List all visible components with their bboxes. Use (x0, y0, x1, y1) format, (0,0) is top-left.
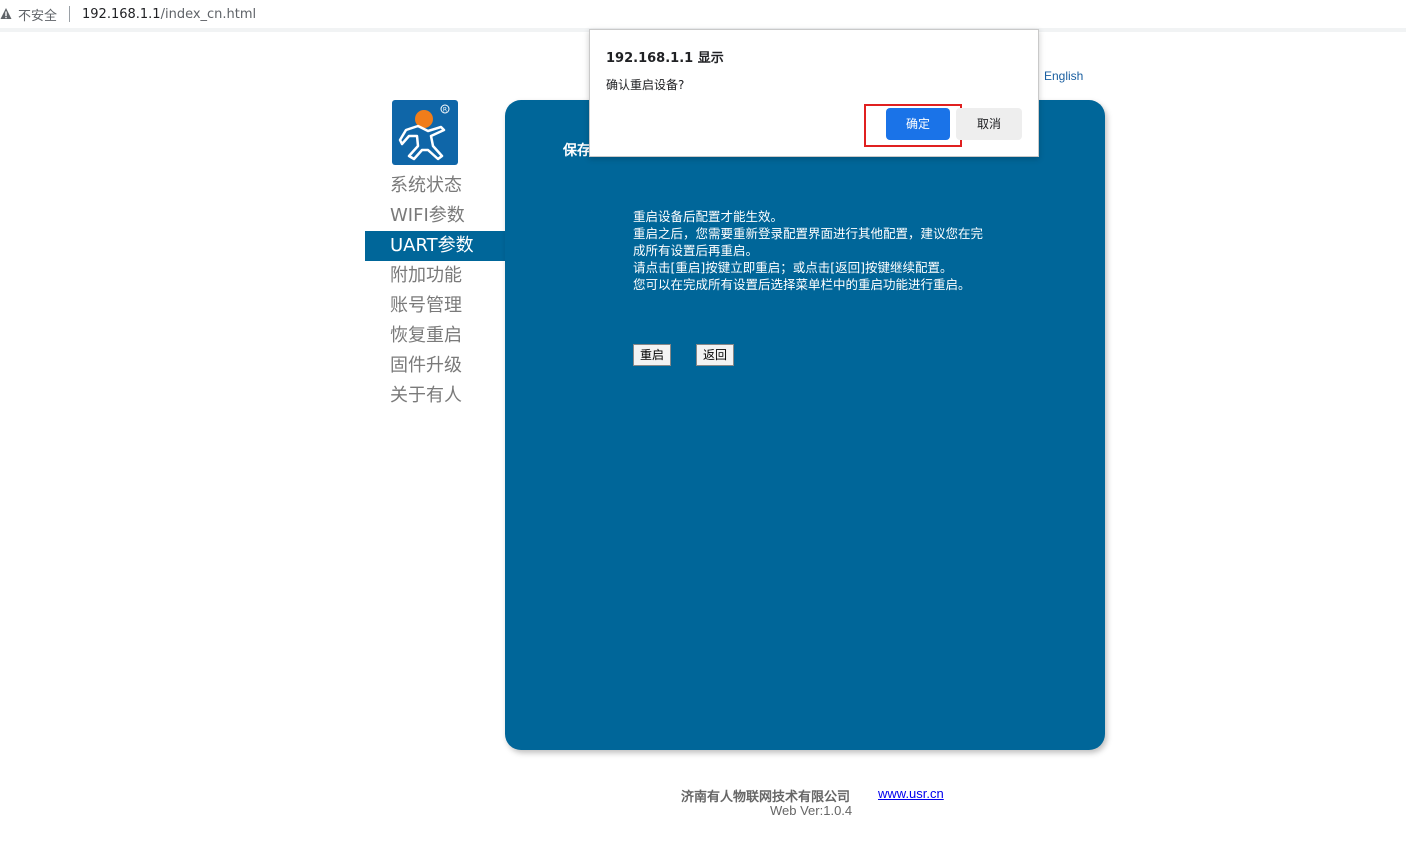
english-language-link[interactable]: English (1044, 69, 1083, 83)
dialog-cancel-button[interactable]: 取消 (956, 108, 1022, 140)
footer-website-link[interactable]: www.usr.cn (878, 786, 944, 801)
message-line: 成所有设置后再重启。 (633, 243, 759, 258)
dialog-message: 确认重启设备? (606, 78, 685, 92)
running-man-icon: R (398, 104, 450, 161)
warning-icon[interactable] (0, 7, 12, 21)
restart-button[interactable]: 重启 (633, 344, 672, 366)
sidebar-item-firmware-upgrade[interactable]: 固件升级 (365, 351, 505, 381)
url-path[interactable]: /index_cn.html (161, 7, 257, 22)
sidebar-item-uart-params[interactable]: UART参数 (365, 231, 505, 261)
sidebar-item-system-status[interactable]: 系统状态 (365, 171, 505, 201)
main-panel: 保存 重启设备后配置才能生效。 重启之后，您需要重新登录配置界面进行其他配置，建… (505, 100, 1105, 750)
confirm-dialog: 192.168.1.1 显示 确认重启设备? 确定 取消 (589, 29, 1039, 157)
browser-address-bar[interactable]: 不安全 192.168.1.1/index_cn.html (0, 0, 1406, 32)
sidebar-nav: 系统状态 WIFI参数 UART参数 附加功能 账号管理 恢复重启 固件升级 关… (365, 171, 505, 411)
usr-logo: R (392, 100, 458, 165)
panel-title: 保存 (563, 143, 591, 159)
footer-version: Web Ver:1.0.4 (770, 803, 853, 818)
sidebar-item-restore-restart[interactable]: 恢复重启 (365, 321, 505, 351)
url-host[interactable]: 192.168.1.1 (82, 7, 161, 22)
sidebar-item-about-usr[interactable]: 关于有人 (365, 381, 505, 411)
message-line: 您可以在完成所有设置后选择菜单栏中的重启功能进行重启。 (633, 277, 971, 292)
message-line: 重启之后，您需要重新登录配置界面进行其他配置，建议您在完 (633, 226, 984, 241)
dialog-ok-button[interactable]: 确定 (886, 108, 950, 140)
message-line: 重启设备后配置才能生效。 (633, 209, 784, 224)
message-line: 请点击[重启]按键立即重启；或点击[返回]按键继续配置。 (633, 260, 953, 275)
address-separator (69, 6, 71, 22)
insecure-label[interactable]: 不安全 (18, 5, 57, 24)
back-button[interactable]: 返回 (696, 344, 735, 366)
svg-text:R: R (443, 107, 447, 114)
dialog-title: 192.168.1.1 显示 (606, 51, 724, 66)
restart-message: 重启设备后配置才能生效。 重启之后，您需要重新登录配置界面进行其他配置，建议您在… (633, 208, 1003, 293)
sidebar-item-wifi-params[interactable]: WIFI参数 (365, 201, 505, 231)
sidebar-item-extra-functions[interactable]: 附加功能 (365, 261, 505, 291)
sidebar-item-account-management[interactable]: 账号管理 (365, 291, 505, 321)
